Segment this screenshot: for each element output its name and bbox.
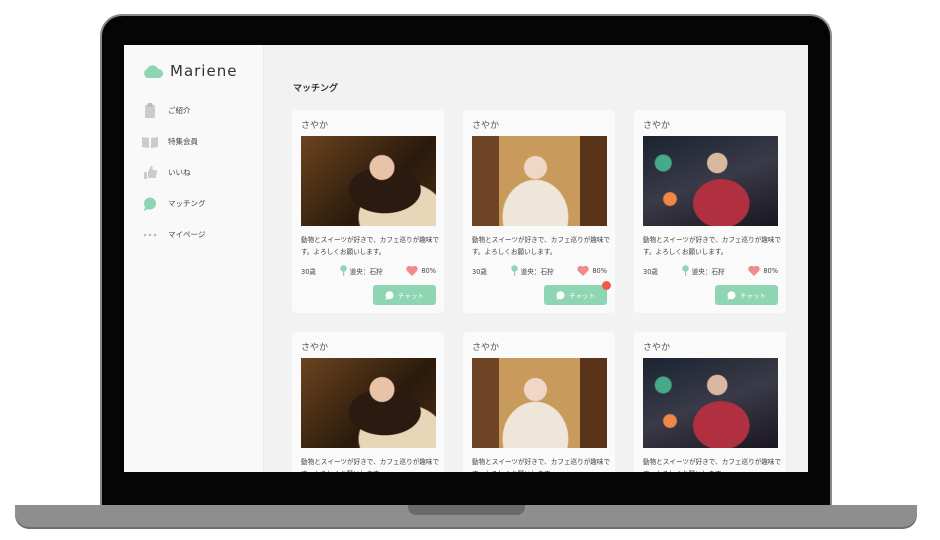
profile-name: さやか: [472, 121, 500, 131]
location-pin-icon: [510, 265, 518, 276]
profile-photo[interactable]: [301, 136, 436, 226]
profile-photo[interactable]: [472, 358, 607, 448]
logo-text: Mariene: [170, 62, 238, 80]
page-title: マッチング: [293, 84, 339, 94]
heart-icon: [748, 265, 760, 276]
heart-icon: [406, 265, 418, 276]
chat-label: チャット: [398, 292, 424, 300]
sidebar-item-0[interactable]: ご紹介: [142, 95, 206, 126]
chat-label: チャット: [740, 292, 766, 300]
profile-description: 動物とスイーツが好きで、カフェ巡りが趣味です。よろしくお願いします。: [301, 458, 440, 472]
profile-description: 動物とスイーツが好きで、カフェ巡りが趣味です。よろしくお願いします。: [643, 236, 782, 256]
logo[interactable]: Mariene: [142, 62, 237, 80]
chat-button[interactable]: チャット: [373, 285, 436, 305]
sidebar-item-2[interactable]: いいね: [142, 157, 206, 188]
profile-meta: 30歳 道央：石狩 80%: [301, 265, 436, 276]
chat-button[interactable]: チャット: [544, 285, 607, 305]
sidebar-item-label: いいね: [168, 168, 191, 177]
laptop-notch: [408, 505, 525, 515]
profile-card[interactable]: さやか 動物とスイーツが好きで、カフェ巡りが趣味です。よろしくお願いします。 3…: [463, 332, 615, 472]
profile-name: さやか: [643, 121, 671, 131]
sidebar-item-4[interactable]: マイページ: [142, 219, 206, 250]
book-icon: [142, 136, 158, 148]
sidebar: Mariene ご紹介特集会員いいねマッチングマイページ: [124, 45, 264, 472]
profile-meta: 30歳 道央：石狩 80%: [472, 265, 607, 276]
sidebar-item-label: マッチング: [168, 199, 206, 208]
chat-bubble-icon: [385, 290, 394, 300]
match-rate: 80%: [421, 266, 436, 275]
location: 道央：石狩: [349, 267, 383, 276]
match-rate: 80%: [763, 266, 778, 275]
chat-bubble-icon: [556, 290, 565, 300]
profile-photo[interactable]: [643, 136, 778, 226]
location: 道央：石狩: [520, 267, 554, 276]
profile-meta: 30歳 道央：石狩 80%: [643, 265, 778, 276]
sidebar-item-1[interactable]: 特集会員: [142, 126, 206, 157]
location-pin-icon: [681, 265, 689, 276]
profile-photo[interactable]: [472, 136, 607, 226]
more-dots-icon: [142, 233, 158, 237]
location-pin-icon: [339, 265, 347, 276]
age: 30歳: [643, 267, 658, 276]
profile-card[interactable]: さやか 動物とスイーツが好きで、カフェ巡りが趣味です。よろしくお願いします。 3…: [634, 110, 786, 313]
profile-description: 動物とスイーツが好きで、カフェ巡りが趣味です。よろしくお願いします。: [643, 458, 782, 472]
profile-card[interactable]: さやか 動物とスイーツが好きで、カフェ巡りが趣味です。よろしくお願いします。 3…: [634, 332, 786, 472]
profile-name: さやか: [301, 343, 329, 353]
sidebar-item-label: 特集会員: [168, 137, 198, 146]
screen: Mariene ご紹介 特集会員 いいね マッチング マイページ マッチング さやか 動…: [124, 45, 808, 472]
chat-bubble-icon: [727, 290, 736, 300]
thumbs-up-icon: [142, 166, 158, 179]
age: 30歳: [472, 267, 487, 276]
clipboard-icon: [142, 103, 158, 118]
profile-description: 動物とスイーツが好きで、カフェ巡りが趣味です。よろしくお願いします。: [301, 236, 440, 256]
profile-card[interactable]: さやか 動物とスイーツが好きで、カフェ巡りが趣味です。よろしくお願いします。 3…: [292, 110, 444, 313]
notification-badge: [602, 281, 611, 290]
cloud-icon: [144, 65, 164, 78]
sidebar-item-label: マイページ: [168, 230, 206, 239]
profile-photo[interactable]: [301, 358, 436, 448]
heart-icon: [577, 265, 589, 276]
profile-card[interactable]: さやか 動物とスイーツが好きで、カフェ巡りが趣味です。よろしくお願いします。 3…: [292, 332, 444, 472]
sidebar-item-label: ご紹介: [168, 106, 191, 115]
profile-photo[interactable]: [643, 358, 778, 448]
profile-name: さやか: [301, 121, 329, 131]
profile-description: 動物とスイーツが好きで、カフェ巡りが趣味です。よろしくお願いします。: [472, 458, 611, 472]
chat-button[interactable]: チャット: [715, 285, 778, 305]
age: 30歳: [301, 267, 316, 276]
sidebar-item-3[interactable]: マッチング: [142, 188, 206, 219]
sidebar-nav: ご紹介特集会員いいねマッチングマイページ: [142, 95, 206, 250]
location: 道央：石狩: [691, 267, 725, 276]
chat-label: チャット: [569, 292, 595, 300]
profile-card[interactable]: さやか 動物とスイーツが好きで、カフェ巡りが趣味です。よろしくお願いします。 3…: [463, 110, 615, 313]
match-rate: 80%: [592, 266, 607, 275]
profile-name: さやか: [472, 343, 500, 353]
chat-bubble-icon: [142, 197, 158, 211]
profile-name: さやか: [643, 343, 671, 353]
main: マッチング さやか 動物とスイーツが好きで、カフェ巡りが趣味です。よろしくお願い…: [265, 45, 808, 472]
profile-description: 動物とスイーツが好きで、カフェ巡りが趣味です。よろしくお願いします。: [472, 236, 611, 256]
